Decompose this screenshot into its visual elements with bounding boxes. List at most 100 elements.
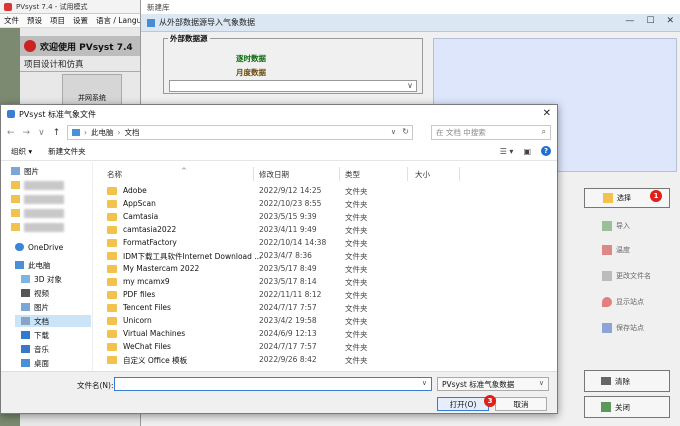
pc-icon (72, 129, 80, 136)
file-date: 2022/10/14 14:38 (259, 238, 327, 247)
show-site-button[interactable]: 显示站点 (584, 292, 670, 312)
column-type[interactable]: 类型 (345, 169, 360, 181)
thermometer-icon (602, 245, 612, 255)
realtime-data-label[interactable]: 逐时数据 (236, 53, 266, 64)
monthly-data-label[interactable]: 月度数据 (236, 67, 266, 78)
file-row[interactable]: Unicorn 2023/4/2 19:58 文件夹 (107, 315, 547, 328)
tree-item-blurred[interactable] (11, 179, 64, 191)
grid-connected-tile[interactable]: 并网系统 (62, 74, 122, 106)
breadcrumb-separator: › (117, 128, 121, 137)
file-row[interactable]: Camtasia 2023/5/15 9:39 文件夹 (107, 211, 547, 224)
close-button[interactable]: 关闭 (584, 396, 670, 418)
file-row[interactable]: FormatFactory 2022/10/14 14:38 文件夹 (107, 237, 547, 250)
tree-item-videos[interactable]: 视频 (21, 287, 49, 299)
tree-label: 视频 (34, 288, 49, 298)
tree-item-documents[interactable]: 文档 (15, 315, 91, 327)
folder-icon (107, 330, 117, 338)
tree-item-music[interactable]: 音乐 (21, 343, 49, 355)
file-row[interactable]: Tencent Files 2024/7/17 7:57 文件夹 (107, 302, 547, 315)
preview-pane-icon[interactable]: ▣ (523, 147, 531, 156)
tree-item-this-pc[interactable]: 此电脑 (15, 259, 51, 271)
filename-input[interactable]: ∨ (114, 377, 432, 391)
chevron-down-icon[interactable]: ∨ (391, 128, 396, 136)
menu-preset[interactable]: 预设 (27, 15, 42, 26)
chevron-down-icon[interactable]: ∨ (422, 379, 427, 387)
close-icon[interactable]: ✕ (666, 16, 674, 26)
file-row[interactable]: WeChat Files 2024/7/17 7:57 文件夹 (107, 341, 547, 354)
save-site-button[interactable]: 保存站点 (584, 318, 670, 338)
temperature-button[interactable]: 温度 (584, 240, 670, 260)
pvsyst-title: PVsyst 7.4 - 试用模式 (16, 2, 88, 11)
maximize-icon[interactable]: ☐ (646, 16, 654, 26)
tree-item-onedrive[interactable]: OneDrive (15, 241, 63, 253)
pvsyst-small-icon (7, 110, 15, 118)
back-arrow-icon[interactable]: ← (7, 128, 15, 138)
folder-icon (107, 252, 117, 260)
chevron-down-icon[interactable]: ∨ (38, 128, 45, 138)
forward-arrow-icon[interactable]: → (23, 128, 31, 138)
redacted-label (24, 194, 64, 204)
column-divider[interactable] (253, 167, 254, 181)
menu-file[interactable]: 文件 (4, 15, 19, 26)
search-input[interactable]: 在 文档 中搜索 ⌕ (431, 125, 551, 140)
file-row[interactable]: 自定义 Office 模板 2022/9/26 8:42 文件夹 (107, 354, 547, 367)
step-badge-3: 3 (484, 395, 496, 407)
source-select[interactable]: ∨ (169, 80, 417, 92)
refresh-icon[interactable]: ↻ (402, 127, 409, 136)
filetype-select[interactable]: PVsyst 标准气象数据 ∨ (437, 377, 549, 391)
menu-project[interactable]: 项目 (50, 15, 65, 26)
column-size[interactable]: 大小 (415, 169, 430, 181)
import-button[interactable]: 导入 (584, 216, 670, 236)
sort-caret-icon: ^ (181, 167, 187, 175)
file-type: 文件夹 (345, 187, 368, 196)
file-row[interactable]: My Mastercam 2022 2023/5/17 8:49 文件夹 (107, 263, 547, 276)
tree-item-desktop[interactable]: 桌面 (21, 357, 49, 369)
tree-item-pictures[interactable]: 图片 (21, 301, 49, 313)
organize-menu[interactable]: 组织 ▾ (11, 146, 32, 157)
menu-language[interactable]: 语言 / Langu (96, 15, 141, 26)
column-date[interactable]: 修改日期 (259, 169, 289, 181)
column-divider[interactable] (407, 167, 408, 181)
file-name: FormatFactory (123, 238, 177, 247)
column-name[interactable]: 名称 ^ (107, 167, 187, 181)
folder-icon (107, 239, 117, 247)
new-folder-button[interactable]: 新建文件夹 (48, 146, 86, 157)
menu-settings[interactable]: 设置 (73, 15, 88, 26)
import-label: 导入 (616, 222, 630, 230)
cancel-button[interactable]: 取消 (495, 397, 547, 411)
column-divider[interactable] (339, 167, 340, 181)
file-row[interactable]: AppScan 2022/10/23 8:55 文件夹 (107, 198, 547, 211)
close-icon[interactable]: ✕ (543, 108, 551, 119)
rename-button[interactable]: 更改文件名 (584, 266, 670, 286)
open-button[interactable]: 打开(O) (437, 397, 489, 411)
tree-item-downloads[interactable]: 下载 (21, 329, 49, 341)
file-name: IDM下载工具软件Internet Download ... (123, 252, 262, 261)
file-row[interactable]: IDM下载工具软件Internet Download ... 2023/4/7 … (107, 250, 547, 263)
file-row[interactable]: my mcamx9 2023/5/17 8:14 文件夹 (107, 276, 547, 289)
file-row[interactable]: PDF files 2022/11/11 8:12 文件夹 (107, 289, 547, 302)
breadcrumb-documents[interactable]: 文档 (125, 127, 140, 138)
file-name: PDF files (123, 290, 156, 299)
breadcrumb-this-pc[interactable]: 此电脑 (91, 127, 114, 138)
help-icon[interactable]: ? (541, 146, 551, 156)
file-row[interactable]: Adobe 2022/9/12 14:25 文件夹 (107, 185, 547, 198)
minimize-icon[interactable]: — (625, 16, 634, 26)
file-date: 2024/6/9 12:13 (259, 329, 317, 338)
tree-item-3d-objects[interactable]: 3D 对象 (21, 273, 62, 285)
cube-icon (21, 275, 30, 283)
view-options-icon[interactable]: ☰ ▾ (500, 147, 514, 156)
file-row[interactable]: Virtual Machines 2024/6/9 12:13 文件夹 (107, 328, 547, 341)
pvsyst-brand-icon (24, 40, 36, 52)
column-divider[interactable] (459, 167, 460, 181)
tree-item-blurred[interactable] (11, 221, 64, 233)
tree-item-pictures[interactable]: 图片 (11, 165, 39, 177)
file-name: AppScan (123, 199, 156, 208)
file-name: Unicorn (123, 316, 152, 325)
tree-item-blurred[interactable] (11, 193, 64, 205)
tree-item-blurred[interactable] (11, 207, 64, 219)
clear-button[interactable]: 清除 (584, 370, 670, 392)
up-arrow-icon[interactable]: ↑ (53, 128, 61, 138)
file-type: 文件夹 (345, 317, 368, 326)
address-bar[interactable]: › 此电脑 › 文档 ∨ ↻ (67, 125, 413, 140)
file-row[interactable]: camtasia2022 2023/4/11 9:49 文件夹 (107, 224, 547, 237)
